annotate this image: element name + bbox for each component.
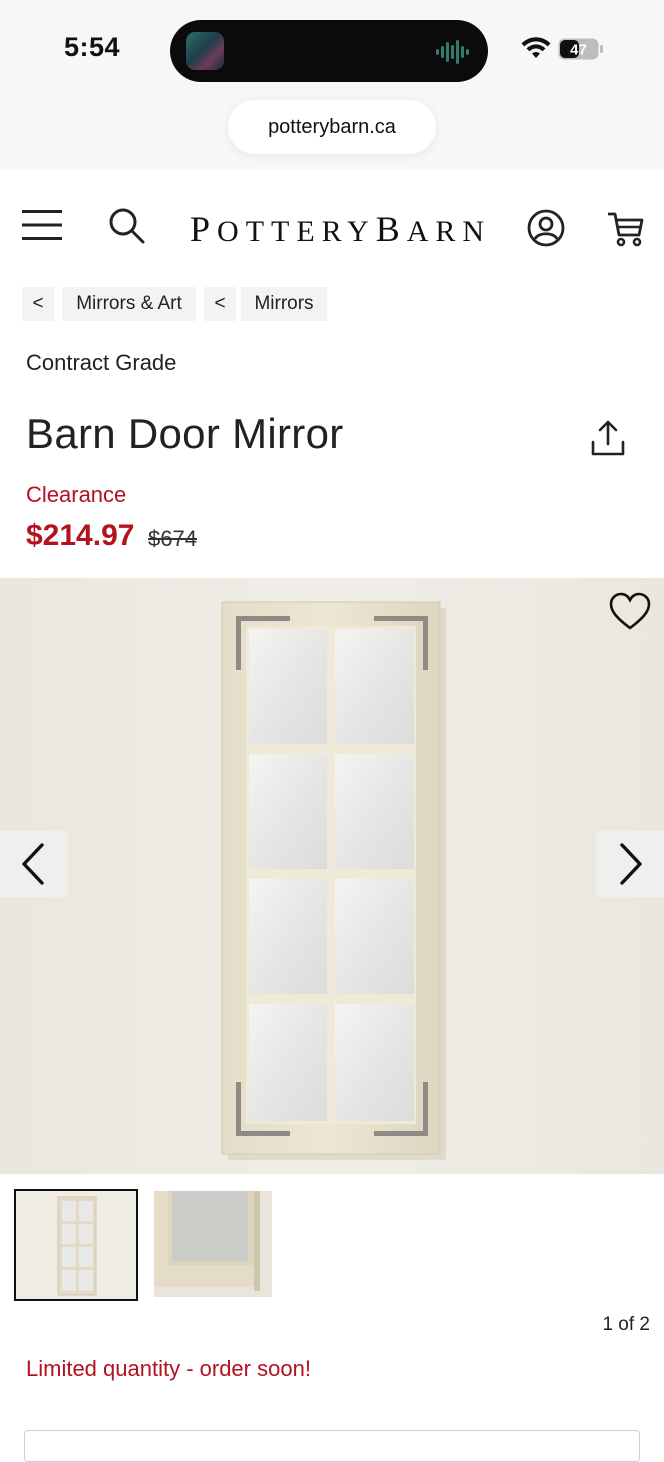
- audio-wave-icon: [436, 40, 469, 64]
- breadcrumb-mirrors-art[interactable]: Mirrors & Art: [62, 287, 196, 321]
- battery-icon: 47: [558, 38, 603, 60]
- clearance-label: Clearance: [26, 482, 127, 507]
- account-icon[interactable]: [526, 208, 566, 248]
- dynamic-island[interactable]: [170, 20, 488, 82]
- wifi-icon: [521, 37, 551, 58]
- carousel-next-button[interactable]: [596, 831, 664, 897]
- breadcrumb-back-mirrors-art[interactable]: <: [22, 287, 54, 321]
- url-text: potterybarn.ca: [268, 115, 396, 138]
- chevron-left-icon: [22, 843, 44, 885]
- now-playing-thumbnail: [186, 32, 224, 70]
- original-price: $674: [148, 526, 197, 551]
- barn-door-mirror-image: [221, 601, 446, 1160]
- cart-icon[interactable]: [606, 208, 646, 248]
- product-image[interactable]: [0, 578, 664, 1174]
- sale-price: $214.97: [26, 519, 135, 552]
- chevron-right-icon: [620, 843, 642, 885]
- thumbnail-2[interactable]: [154, 1191, 272, 1297]
- thumbnail-mirror-detail-image: [154, 1191, 272, 1297]
- share-icon[interactable]: [590, 420, 626, 458]
- carousel-prev-button[interactable]: [0, 831, 68, 897]
- image-counter: 1 of 2: [602, 1314, 650, 1335]
- breadcrumb-mirrors[interactable]: Mirrors: [241, 287, 327, 321]
- options-box[interactable]: [24, 1430, 640, 1462]
- battery-level: 47: [570, 42, 587, 59]
- contract-grade-label: Contract Grade: [26, 350, 177, 375]
- address-bar[interactable]: potterybarn.ca: [228, 100, 436, 154]
- thumbnail-1-selected[interactable]: [14, 1189, 138, 1301]
- favorite-heart-icon[interactable]: [608, 592, 652, 632]
- status-time: 5:54: [64, 32, 121, 62]
- thumbnail-mirror-front-image: [16, 1191, 136, 1299]
- search-icon[interactable]: [106, 205, 146, 245]
- potterybarn-logo[interactable]: POTTERYBARN: [190, 208, 484, 250]
- menu-icon[interactable]: [22, 208, 62, 242]
- product-title: Barn Door Mirror: [26, 410, 344, 457]
- availability-notice: Limited quantity - order soon!: [26, 1356, 311, 1381]
- breadcrumb-back-mirrors[interactable]: <: [204, 287, 236, 321]
